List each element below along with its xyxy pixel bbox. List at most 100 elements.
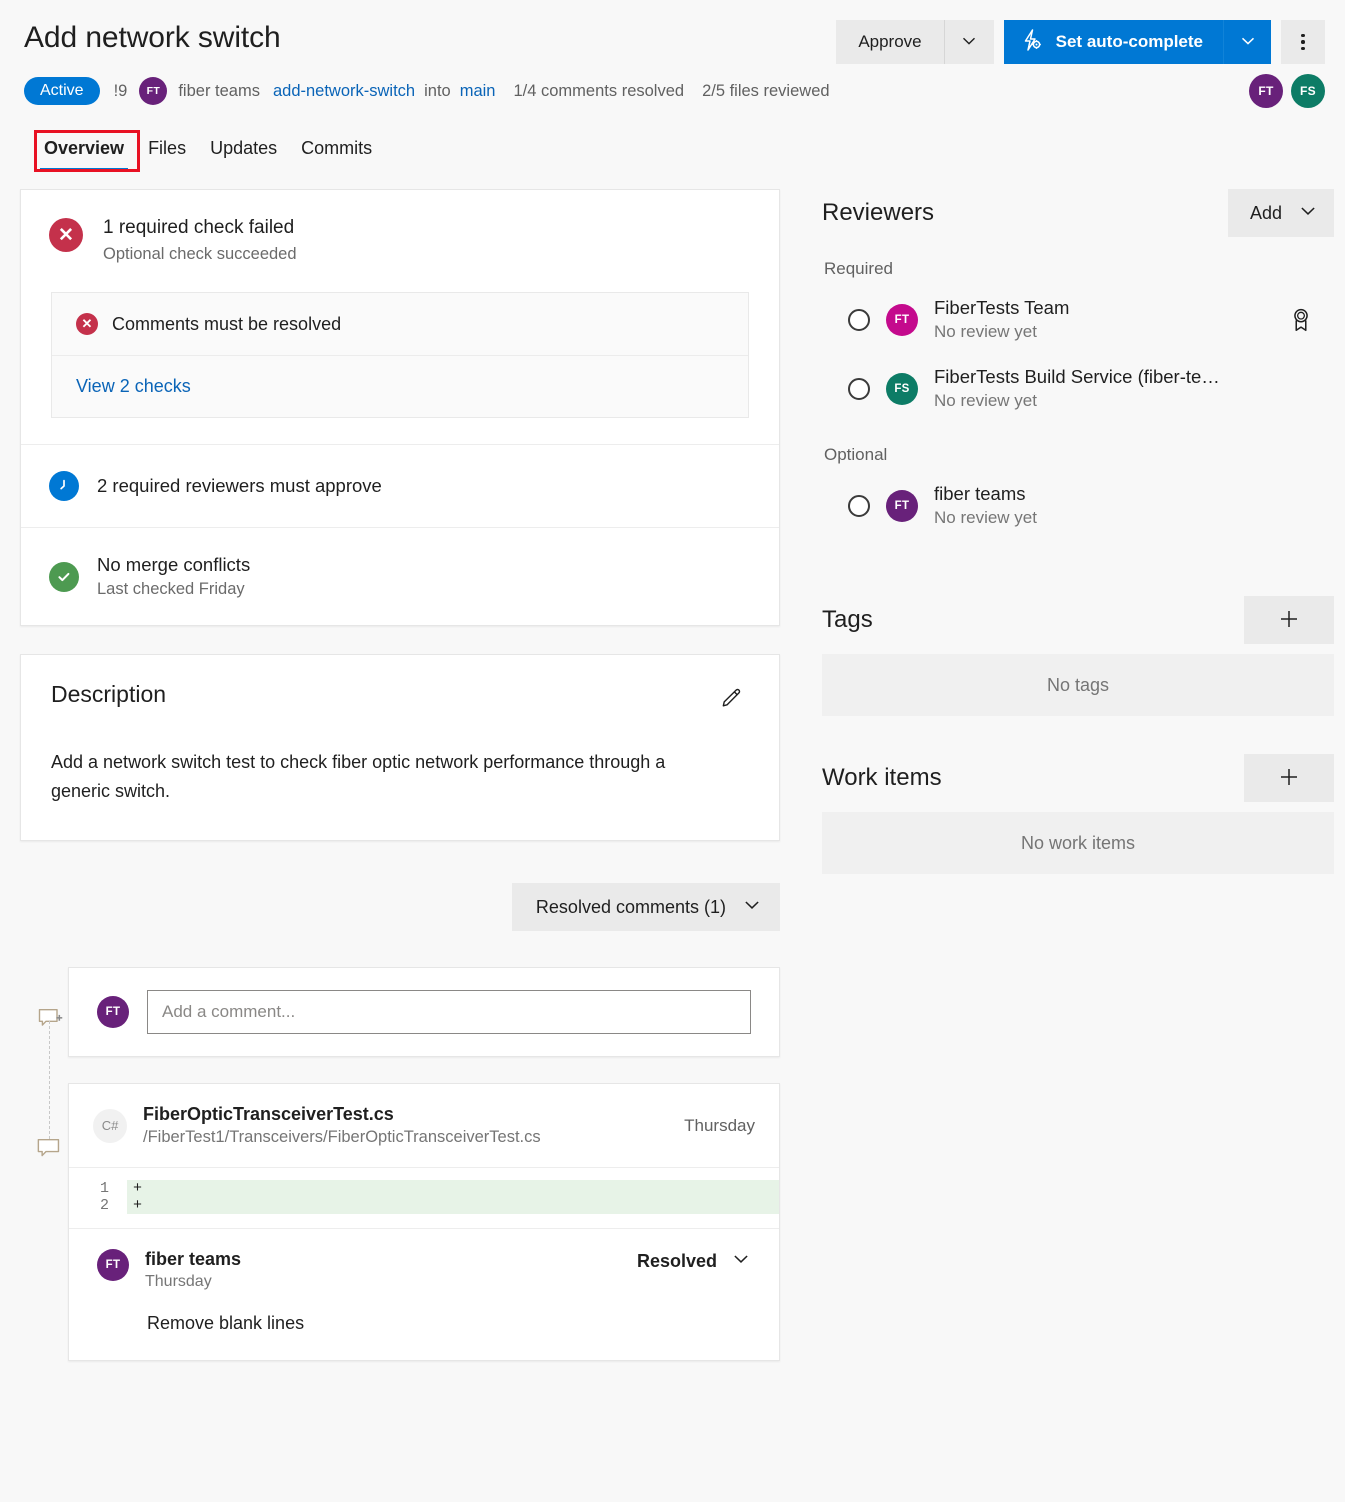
diff-line-content: + [127, 1180, 779, 1197]
resolved-comments-button[interactable]: Resolved comments (1) [512, 883, 780, 931]
chevron-down-icon [742, 895, 762, 920]
diff-line-number: 2 [69, 1197, 127, 1214]
reviewer-state: No review yet [934, 322, 1069, 342]
page-header: Add network switch Approve [0, 0, 1345, 171]
thread-status-dropdown[interactable]: Resolved [637, 1249, 751, 1274]
checks-summary: ✕ 1 required check failed Optional check… [21, 190, 779, 270]
author-name: fiber teams [178, 82, 260, 101]
comment-timestamp: Thursday [145, 1273, 241, 1291]
file-comment-thread-card: C# FiberOpticTransceiverTest.cs /FiberTe… [68, 1083, 780, 1361]
author-avatar: FT [139, 77, 167, 105]
work-items-panel: Work items No work items [822, 754, 1334, 874]
vote-radio[interactable] [848, 309, 870, 331]
add-work-item-button[interactable] [1244, 754, 1334, 802]
comment-icon[interactable] [36, 1135, 62, 1166]
side-column: Reviewers Add Required FT FiberTests Tea… [822, 189, 1334, 1361]
page-body: ✕ 1 required check failed Optional check… [0, 171, 1345, 1361]
add-comment-icon[interactable] [36, 1005, 64, 1038]
reviewer-row-fiber-teams[interactable]: FT fiber teams No review yet [822, 471, 1334, 540]
set-auto-complete-button[interactable]: Set auto-complete [1004, 20, 1223, 64]
diff-line-content: + [127, 1197, 779, 1214]
set-auto-complete-label: Set auto-complete [1056, 32, 1203, 52]
error-circle-icon: ✕ [76, 313, 98, 335]
files-reviewed-count: 2/5 files reviewed [702, 82, 829, 101]
pr-number: !9 [114, 82, 128, 101]
header-actions: Approve [836, 20, 1325, 64]
edit-description-button[interactable] [715, 681, 749, 718]
work-items-title: Work items [822, 764, 942, 792]
diff-line: 2 + [69, 1197, 779, 1214]
error-circle-icon: ✕ [49, 218, 83, 252]
diff-preview: 1 + 2 + [69, 1168, 779, 1228]
approve-button[interactable]: Approve [836, 20, 943, 64]
current-user-avatar: FT [97, 996, 129, 1028]
pull-request-page: Add network switch Approve [0, 0, 1345, 1502]
main-column: ✕ 1 required check failed Optional check… [20, 189, 780, 1361]
plus-icon [1278, 608, 1300, 633]
tab-overview[interactable]: Overview [32, 134, 136, 171]
file-thread-header[interactable]: C# FiberOpticTransceiverTest.cs /FiberTe… [69, 1084, 779, 1167]
optional-group-label: Optional [824, 445, 1334, 465]
description-card: Description Add a network switch test to… [20, 654, 780, 841]
view-checks-link[interactable]: View 2 checks [76, 376, 191, 397]
thread-gutter [30, 967, 66, 1361]
add-reviewer-button[interactable]: Add [1228, 189, 1334, 237]
add-tag-button[interactable] [1244, 596, 1334, 644]
reviewers-panel: Reviewers Add Required FT FiberTests Tea… [822, 189, 1334, 540]
comment-thread-area: FT C# FiberOpticTransceiverTest.cs /Fibe… [20, 967, 780, 1361]
chevron-down-icon [1239, 32, 1257, 53]
failed-check-row[interactable]: ✕ Comments must be resolved [52, 293, 748, 355]
vote-radio[interactable] [848, 378, 870, 400]
auto-complete-split-button: Set auto-complete [1004, 20, 1271, 64]
reviewers-title: Reviewers [822, 199, 934, 227]
vote-radio[interactable] [848, 495, 870, 517]
thread-connector-line [49, 1021, 50, 1139]
reviewer-row-build-service[interactable]: FS FiberTests Build Service (fiber-te… N… [822, 354, 1334, 423]
tags-title: Tags [822, 606, 873, 634]
resolved-comments-label: Resolved comments (1) [536, 897, 726, 918]
comments-resolved-count: 1/4 comments resolved [513, 82, 684, 101]
comment-author-avatar: FT [97, 1249, 129, 1281]
reviewer-avatar: FT [886, 490, 918, 522]
source-branch-link[interactable]: add-network-switch [273, 82, 415, 101]
work-items-empty-state: No work items [822, 812, 1334, 874]
policy-checks-card: ✕ 1 required check failed Optional check… [20, 189, 780, 626]
comment-text: Remove blank lines [147, 1313, 751, 1334]
reviewer-name: FiberTests Team [934, 297, 1069, 319]
view-checks-row: View 2 checks [52, 356, 748, 417]
tags-panel: Tags No tags [822, 596, 1334, 716]
reviewer-avatar-ft[interactable]: FT [1249, 74, 1283, 108]
reviewer-row-fibertests-team[interactable]: FT FiberTests Team No review yet [822, 285, 1334, 354]
merge-conflicts-check-row: No merge conflicts Last checked Friday [21, 528, 779, 625]
lightning-gear-icon [1020, 28, 1044, 57]
checkmark-circle-icon [49, 562, 79, 592]
chevron-down-icon [960, 32, 978, 53]
plus-icon [1278, 766, 1300, 791]
thread-status-label: Resolved [637, 1251, 717, 1272]
thread-message: FT fiber teams Thursday Resolved [69, 1229, 779, 1360]
more-actions-button[interactable] [1281, 20, 1325, 64]
comment-author-name: fiber teams [145, 1249, 241, 1270]
tab-commits[interactable]: Commits [289, 134, 384, 171]
file-path: /FiberTest1/Transceivers/FiberOpticTrans… [143, 1128, 541, 1147]
pr-meta-row: Active !9 FT fiber teams add-network-swi… [20, 74, 1325, 108]
tab-files[interactable]: Files [136, 134, 198, 171]
tab-updates[interactable]: Updates [198, 134, 289, 171]
approve-split-button: Approve [836, 20, 993, 64]
reviewer-state: No review yet [934, 508, 1037, 528]
csharp-file-icon: C# [93, 1109, 127, 1143]
file-thread-timestamp: Thursday [684, 1116, 755, 1136]
reviewer-avatar: FT [886, 304, 918, 336]
page-title: Add network switch [24, 20, 281, 56]
description-title: Description [51, 681, 166, 708]
failed-check-label: Comments must be resolved [112, 314, 341, 335]
auto-complete-dropdown-button[interactable] [1223, 20, 1271, 64]
reviewer-avatar-fs[interactable]: FS [1291, 74, 1325, 108]
required-reviewers-label: 2 required reviewers must approve [97, 475, 382, 497]
new-comment-card: FT [68, 967, 780, 1057]
target-branch-link[interactable]: main [460, 82, 496, 101]
checks-subline: Optional check succeeded [103, 245, 297, 264]
approve-dropdown-button[interactable] [944, 20, 994, 64]
add-comment-input[interactable] [147, 990, 751, 1034]
reviewer-name: fiber teams [934, 483, 1037, 505]
